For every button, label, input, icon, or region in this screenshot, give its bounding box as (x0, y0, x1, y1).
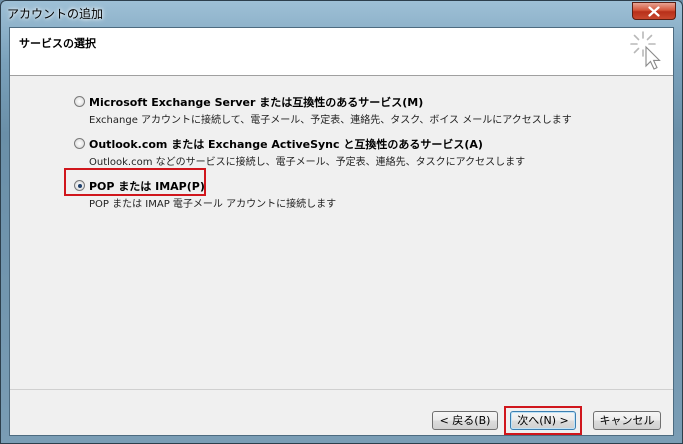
footer-divider (10, 389, 673, 390)
option-exchange-description: Exchange アカウントに接続して、電子メール、予定表、連絡先、タスク、ボイ… (89, 115, 572, 126)
highlight-pop-imap (64, 168, 206, 196)
cancel-button[interactable]: キャンセル (593, 411, 661, 430)
radio-outlook-com[interactable] (74, 138, 85, 149)
window-title: アカウントの追加 (7, 7, 104, 21)
close-button[interactable] (632, 2, 676, 20)
dialog-client-area: サービスの選択 Microsoft Exchange Server または互換性… (9, 27, 674, 436)
page-title: サービスの選択 (19, 37, 96, 50)
option-outlook-com-description: Outlook.com などのサービスに接続し、電子メール、予定表、連絡先、タス… (89, 157, 526, 168)
wizard-header: サービスの選択 (10, 28, 673, 76)
close-x-icon (648, 5, 660, 17)
back-button[interactable]: < 戻る(B) (432, 411, 498, 430)
option-pop-imap-description: POP または IMAP 電子メール アカウントに接続します (89, 199, 337, 210)
option-outlook-com-label: Outlook.com または Exchange ActiveSync と互換性… (89, 138, 483, 151)
highlight-next (504, 406, 582, 435)
title-bar[interactable]: アカウントの追加 (1, 1, 682, 25)
sparkle-cursor-icon (630, 31, 661, 70)
radio-exchange[interactable] (74, 96, 85, 107)
option-exchange-label: Microsoft Exchange Server または互換性のあるサービス(… (89, 96, 424, 109)
dialog-window: アカウントの追加 サービスの選択 Microsoft Exchange Serv… (0, 0, 683, 444)
